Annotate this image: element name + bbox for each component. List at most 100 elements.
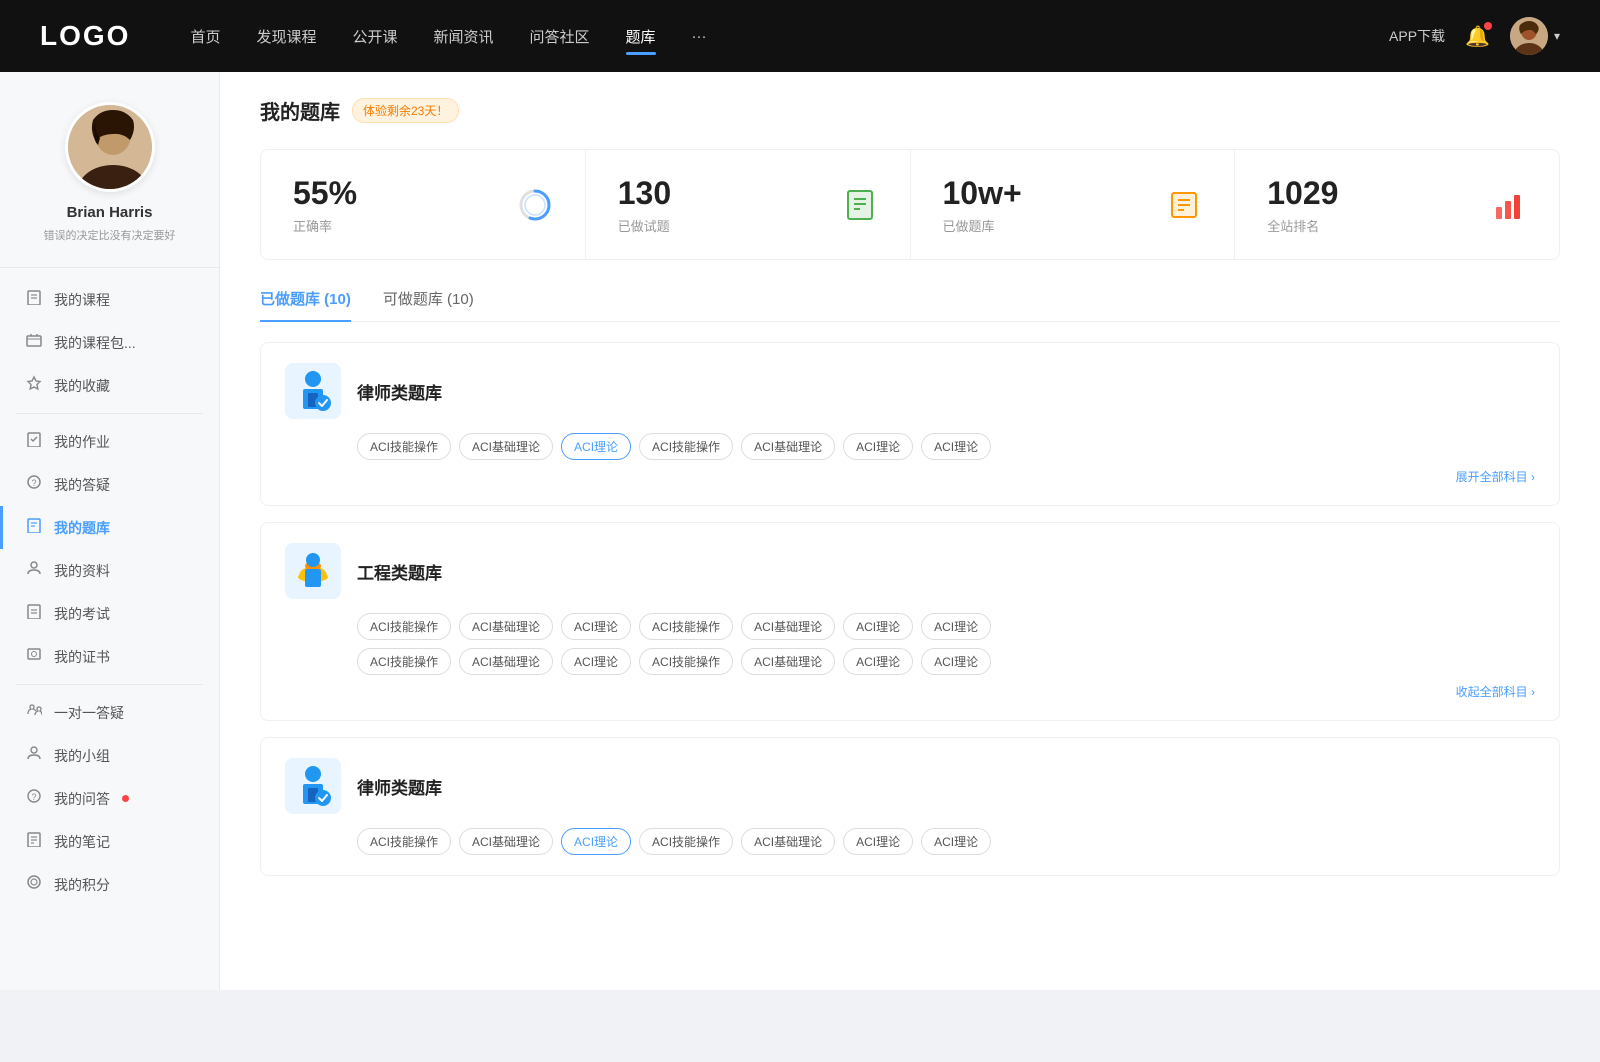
nav-news[interactable]: 新闻资讯 [434,22,494,51]
notification-bell[interactable]: 🔔 [1465,24,1490,49]
sidebar-label-notes: 我的笔记 [54,832,110,852]
eng-tag-r1-5[interactable]: ACI理论 [843,613,913,640]
sidebar-item-my-course[interactable]: 我的课程 [0,278,219,321]
profile-motto: 错误的决定比没有决定要好 [44,227,176,243]
qbank-header-engineer: 工程类题库 [285,543,1535,599]
tag-4[interactable]: ACI基础理论 [741,433,835,460]
sidebar-item-favorites[interactable]: 我的收藏 [0,364,219,407]
nav-courses[interactable]: 发现课程 [256,22,316,51]
qbank-title-lawyer-1: 律师类题库 [357,379,442,404]
exam-icon [24,603,44,624]
my-qa-icon: ? [24,788,44,809]
stat-accuracy: 55% 正确率 [261,150,586,259]
law2-tag-3[interactable]: ACI技能操作 [639,828,733,855]
sidebar-item-course-package[interactable]: 我的课程包... [0,321,219,364]
stat-accuracy-label: 正确率 [293,216,503,235]
user-avatar-wrapper[interactable]: ▾ [1510,17,1560,55]
sidebar-item-certificate[interactable]: 我的证书 [0,635,219,678]
app-download-button[interactable]: APP下载 [1389,26,1445,46]
sidebar-item-notes[interactable]: 我的笔记 [0,820,219,863]
tab-done-banks[interactable]: 已做题库 (10) [260,288,351,321]
eng-tag-r1-3[interactable]: ACI技能操作 [639,613,733,640]
qbank-card-engineer: 工程类题库 ACI技能操作 ACI基础理论 ACI理论 ACI技能操作 ACI基… [260,522,1560,721]
sidebar-item-points[interactable]: 我的积分 [0,863,219,906]
stat-accuracy-value: 55% [293,174,503,212]
tag-5[interactable]: ACI理论 [843,433,913,460]
stat-done-banks: 10w+ 已做题库 [911,150,1236,259]
my-course-icon [24,289,44,310]
expand-link-lawyer-1[interactable]: 展开全部科目 › [357,468,1535,485]
certificate-icon [24,646,44,667]
profile-avatar [65,102,155,192]
nav-question-bank[interactable]: 题库 [626,22,656,51]
law2-tag-6[interactable]: ACI理论 [921,828,991,855]
notes-icon [24,831,44,852]
header-right: APP下载 🔔 ▾ [1389,17,1560,55]
svg-text:?: ? [31,478,36,488]
eng-tag-r2-6[interactable]: ACI理论 [921,648,991,675]
sidebar-item-qa-mine[interactable]: ? 我的答疑 [0,463,219,506]
sidebar-item-my-qa[interactable]: ? 我的问答 [0,777,219,820]
sidebar-label-certificate: 我的证书 [54,647,110,667]
law2-tag-4[interactable]: ACI基础理论 [741,828,835,855]
homework-icon [24,431,44,452]
sidebar-item-homework[interactable]: 我的作业 [0,420,219,463]
eng-tag-r1-2[interactable]: ACI理论 [561,613,631,640]
nav-qa[interactable]: 问答社区 [530,22,590,51]
done-banks-icon [1166,187,1202,223]
law2-tag-1[interactable]: ACI基础理论 [459,828,553,855]
eng-tag-r2-5[interactable]: ACI理论 [843,648,913,675]
eng-tag-r1-4[interactable]: ACI基础理论 [741,613,835,640]
law2-tag-5[interactable]: ACI理论 [843,828,913,855]
tag-3[interactable]: ACI技能操作 [639,433,733,460]
law2-tag-0[interactable]: ACI技能操作 [357,828,451,855]
tag-0[interactable]: ACI技能操作 [357,433,451,460]
main-header: LOGO 首页 发现课程 公开课 新闻资讯 问答社区 题库 ··· APP下载 … [0,0,1600,72]
stat-rank-label: 全站排名 [1267,216,1477,235]
eng-tag-r2-1[interactable]: ACI基础理论 [459,648,553,675]
profile-name: Brian Harris [67,204,153,221]
tab-available-banks[interactable]: 可做题库 (10) [383,288,474,321]
eng-tag-r2-0[interactable]: ACI技能操作 [357,648,451,675]
qbank-card-lawyer-1: 律师类题库 ACI技能操作 ACI基础理论 ACI理论 ACI技能操作 ACI基… [260,342,1560,506]
stat-done-banks-label: 已做题库 [943,216,1153,235]
svg-text:?: ? [31,792,36,802]
nav-more[interactable]: ··· [692,24,707,49]
favorites-icon [24,375,44,396]
sidebar-item-exam[interactable]: 我的考试 [0,592,219,635]
sidebar-item-profile[interactable]: 我的资料 [0,549,219,592]
sidebar-menu: 我的课程 我的课程包... 我的收藏 我的作业 [0,268,219,916]
sidebar-item-group[interactable]: 我的小组 [0,734,219,777]
sidebar-label-course-package: 我的课程包... [54,333,136,353]
tag-2[interactable]: ACI理论 [561,433,631,460]
nav-home[interactable]: 首页 [190,22,220,51]
qbank-title-lawyer-2: 律师类题库 [357,774,442,799]
engineer-icon [285,543,341,599]
my-qa-red-dot [122,795,129,802]
eng-tag-r1-6[interactable]: ACI理论 [921,613,991,640]
page-title: 我的题库 [260,96,340,125]
nav-open-course[interactable]: 公开课 [352,22,397,51]
eng-tag-r2-2[interactable]: ACI理论 [561,648,631,675]
stat-done-questions-value: 130 [618,174,828,212]
main-nav: 首页 发现课程 公开课 新闻资讯 问答社区 题库 ··· [190,22,1389,51]
sidebar-label-profile: 我的资料 [54,561,110,581]
stat-rank: 1029 全站排名 [1235,150,1559,259]
eng-tag-r2-3[interactable]: ACI技能操作 [639,648,733,675]
stat-done-questions: 130 已做试题 [586,150,911,259]
tag-1[interactable]: ACI基础理论 [459,433,553,460]
sidebar-item-one-on-one[interactable]: 一对一答疑 [0,691,219,734]
done-questions-icon [842,187,878,223]
law2-tag-2[interactable]: ACI理论 [561,828,631,855]
tag-6[interactable]: ACI理论 [921,433,991,460]
sidebar-label-favorites: 我的收藏 [54,376,110,396]
collapse-link-engineer[interactable]: 收起全部科目 › [357,683,1535,700]
tabs-row: 已做题库 (10) 可做题库 (10) [260,288,1560,322]
stat-done-banks-text: 10w+ 已做题库 [943,174,1153,235]
eng-tag-r1-1[interactable]: ACI基础理论 [459,613,553,640]
profile-section: Brian Harris 错误的决定比没有决定要好 [0,102,219,268]
eng-tag-r2-4[interactable]: ACI基础理论 [741,648,835,675]
qbank-header-lawyer-1: 律师类题库 [285,363,1535,419]
eng-tag-r1-0[interactable]: ACI技能操作 [357,613,451,640]
sidebar-item-question-bank[interactable]: 我的题库 [0,506,219,549]
